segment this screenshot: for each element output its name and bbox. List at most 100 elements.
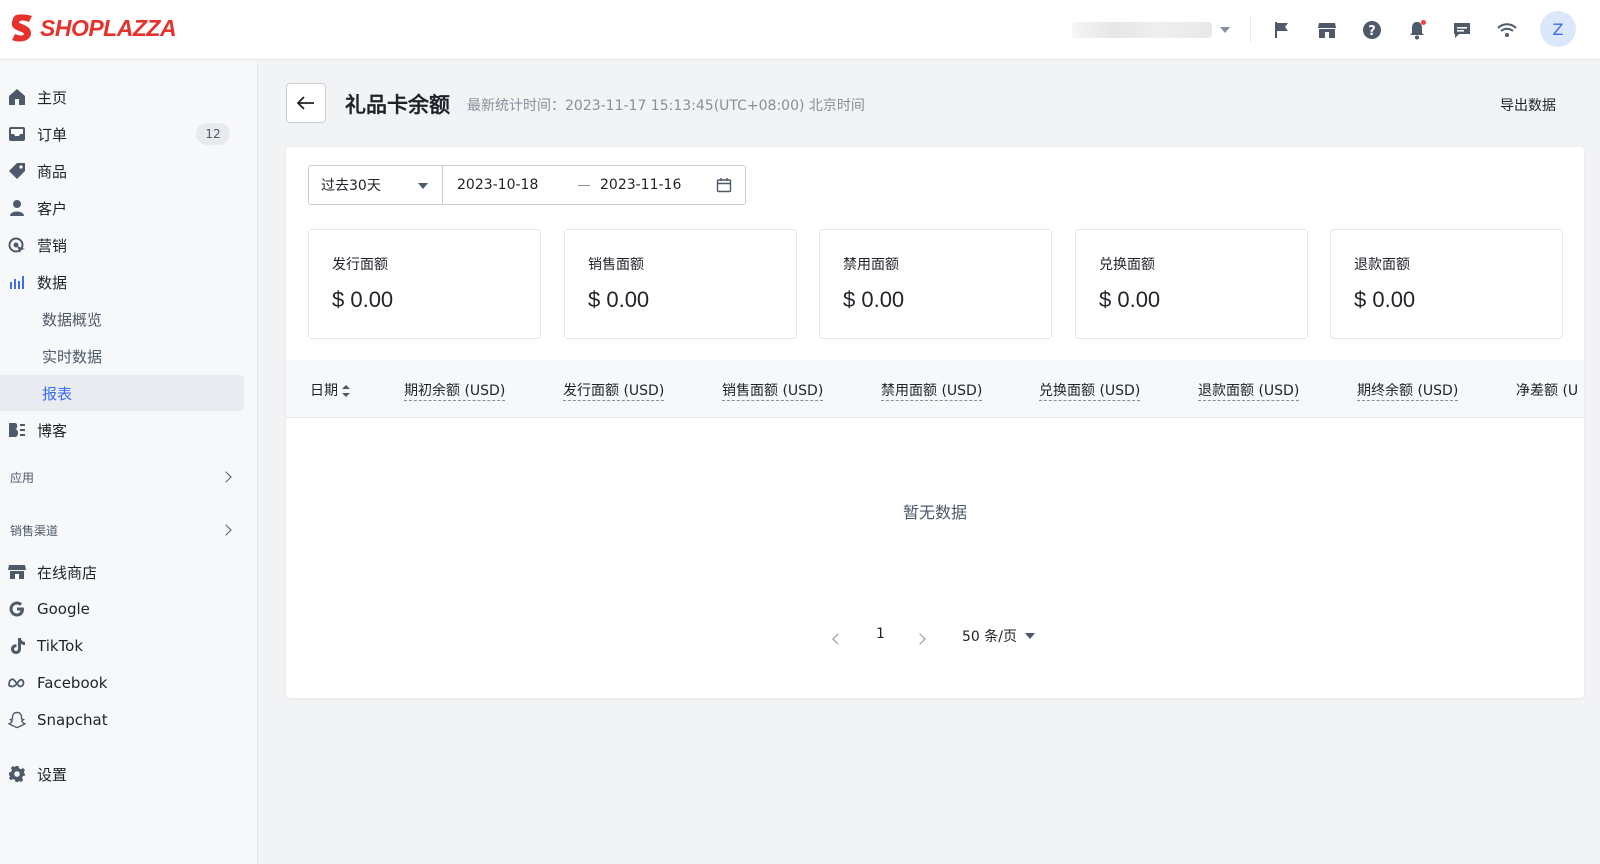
chevron-right-icon [914, 633, 926, 645]
inbox-icon [9, 127, 25, 141]
column-header-opening-balance[interactable]: 期初余额 (USD) [404, 380, 506, 401]
tiktok-icon [11, 638, 25, 654]
stat-value: $ 0.00 [843, 287, 905, 312]
sidebar-item-label: 报表 [42, 384, 73, 403]
page-size-select[interactable]: 50 条/页 [962, 626, 1035, 646]
start-date-input[interactable]: 2023-10-18 [457, 177, 538, 193]
column-header-redeemed[interactable]: 兑换面额 (USD) [1039, 380, 1141, 401]
sidebar-item-blog[interactable]: 博客 [0, 412, 244, 448]
column-header-label: 发行面额 (USD) [563, 383, 665, 401]
report-card: 过去30天 2023-10-18 2023-11-16 发行面额 $ 0.00 … [286, 147, 1584, 698]
svg-text:?: ? [1368, 24, 1376, 39]
section-label: 销售渠道 [10, 523, 59, 538]
sidebar-item-google[interactable]: Google [0, 591, 244, 627]
column-header-sold[interactable]: 销售面额 (USD) [722, 380, 824, 401]
back-button[interactable] [286, 83, 326, 123]
calendar-icon[interactable] [716, 177, 732, 193]
date-range-preset-select[interactable]: 过去30天 [308, 165, 443, 205]
sidebar-item-tiktok[interactable]: TikTok [0, 628, 244, 664]
bar-chart-icon [10, 276, 24, 289]
range-preset-value: 过去30天 [321, 178, 381, 194]
export-data-button[interactable]: 导出数据 [1500, 95, 1556, 115]
next-page-button[interactable] [914, 633, 926, 645]
meta-icon [8, 678, 25, 688]
channels-section[interactable]: 销售渠道 [10, 520, 236, 540]
store-name-blurred [1072, 22, 1212, 38]
sidebar-item-online-store[interactable]: 在线商店 [0, 554, 244, 590]
column-header-refunded[interactable]: 退款面额 (USD) [1198, 380, 1300, 401]
home-icon [9, 89, 25, 105]
brand-name: SHOPLAZZA [40, 14, 177, 41]
stat-value: $ 0.00 [332, 287, 394, 312]
sidebar-item-settings[interactable]: 设置 [0, 756, 244, 792]
sidebar-item-reports[interactable]: 报表 [0, 375, 244, 411]
sidebar-item-snapchat[interactable]: Snapchat [0, 702, 244, 738]
column-header-label: 期初余额 (USD) [404, 383, 506, 401]
empty-state-text: 暂无数据 [902, 503, 967, 522]
chevron-down-icon [1220, 27, 1230, 33]
sidebar-item-marketing[interactable]: 营销 [0, 227, 244, 263]
sort-icon[interactable] [342, 385, 350, 397]
divider [1250, 16, 1251, 42]
sidebar-item-facebook[interactable]: Facebook [0, 665, 244, 701]
page-size-value: 50 条/页 [962, 629, 1017, 645]
page-number-current[interactable]: 1 [876, 626, 885, 642]
column-header-net-difference[interactable]: 净差额 (U [1516, 380, 1578, 400]
sidebar-item-realtime[interactable]: 实时数据 [0, 338, 244, 374]
end-date-input[interactable]: 2023-11-16 [600, 177, 681, 193]
stat-card-sold: 销售面额 $ 0.00 [564, 229, 797, 339]
stat-label: 兑换面额 [1099, 257, 1155, 273]
message-icon[interactable] [1450, 18, 1474, 42]
date-range-picker[interactable]: 2023-10-18 2023-11-16 [442, 165, 746, 205]
column-header-label: 净差额 (U [1516, 383, 1579, 399]
sidebar-item-data-overview[interactable]: 数据概览 [0, 301, 244, 337]
sidebar-item-home[interactable]: 主页 [0, 79, 244, 115]
top-bar: SHOPLAZZA ? Z [0, 0, 1600, 60]
prev-page-button[interactable] [832, 633, 844, 645]
store-selector[interactable] [1072, 22, 1230, 38]
column-header-disabled[interactable]: 禁用面额 (USD) [881, 380, 983, 401]
sidebar-item-label: 订单 [37, 125, 68, 144]
table-header: 日期 期初余额 (USD) 发行面额 (USD) 销售面额 (USD) 禁用面额… [286, 360, 1584, 418]
bell-icon[interactable] [1405, 18, 1429, 42]
arrow-left-icon [297, 96, 314, 110]
logo[interactable]: SHOPLAZZA [10, 13, 177, 43]
store-icon[interactable] [1315, 18, 1339, 42]
sidebar-item-label: 设置 [37, 765, 68, 784]
sidebar-item-orders[interactable]: 订单 12 [0, 116, 244, 152]
column-header-date[interactable]: 日期 [310, 380, 350, 400]
column-header-issued[interactable]: 发行面额 (USD) [563, 380, 665, 401]
google-icon [9, 601, 24, 617]
sidebar-item-label: 数据概览 [42, 310, 103, 329]
sidebar-item-label: TikTok [37, 637, 84, 655]
sidebar-item-label: 主页 [37, 88, 68, 107]
sidebar-item-label: 商品 [37, 162, 68, 181]
sidebar-item-customers[interactable]: 客户 [0, 190, 244, 226]
column-header-closing-balance[interactable]: 期终余额 (USD) [1357, 380, 1459, 401]
shoplazza-logo-icon [11, 14, 33, 42]
date-separator [578, 185, 590, 186]
chevron-down-icon [1024, 633, 1035, 639]
stat-label: 禁用面额 [843, 257, 899, 273]
wifi-icon[interactable] [1495, 18, 1519, 42]
apps-section[interactable]: 应用 [10, 467, 236, 487]
column-header-label: 日期 [310, 383, 338, 399]
stat-label: 退款面额 [1354, 257, 1410, 273]
sidebar-item-products[interactable]: 商品 [0, 153, 244, 189]
sidebar-item-data[interactable]: 数据 [0, 264, 244, 300]
avatar[interactable]: Z [1540, 11, 1576, 47]
flag-icon[interactable] [1270, 18, 1294, 42]
column-header-label: 销售面额 (USD) [722, 383, 824, 401]
help-icon[interactable]: ? [1360, 18, 1384, 42]
stat-card-issued: 发行面额 $ 0.00 [308, 229, 541, 339]
sidebar-item-label: Facebook [37, 674, 108, 692]
blog-icon [9, 423, 25, 437]
sidebar-item-label: 客户 [37, 199, 68, 218]
column-header-label: 退款面额 (USD) [1198, 383, 1300, 401]
stat-value: $ 0.00 [1354, 287, 1416, 312]
sidebar-item-label: 博客 [37, 421, 68, 440]
stat-card-refunded: 退款面额 $ 0.00 [1330, 229, 1563, 339]
stat-card-disabled: 禁用面额 $ 0.00 [819, 229, 1052, 339]
person-icon [10, 200, 24, 216]
last-updated-text: 最新统计时间：2023-11-17 15:13:45(UTC+08:00) 北京… [467, 98, 865, 114]
